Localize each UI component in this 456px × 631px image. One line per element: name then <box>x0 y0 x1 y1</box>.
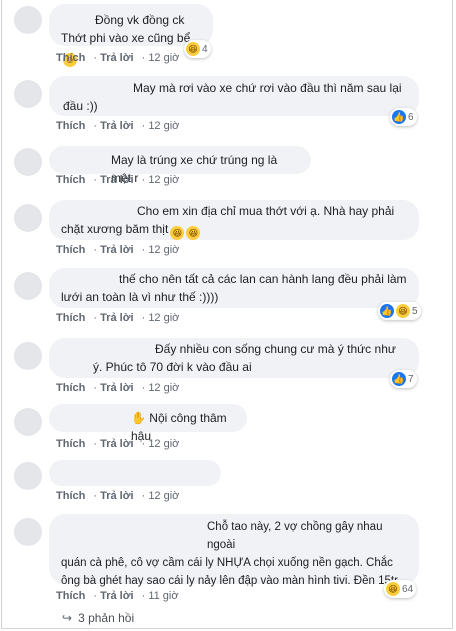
timestamp[interactable]: 12 giờ <box>148 244 179 256</box>
laughing-emoji-icon: 😆 <box>170 226 185 240</box>
reaction-summary[interactable]: 😆 64 <box>384 580 417 598</box>
haha-reaction-icon: 😆 <box>186 42 200 56</box>
like-link[interactable]: Thích <box>56 244 85 256</box>
avatar[interactable] <box>14 6 42 34</box>
comment-bubble: Đấy nhiều con sống chung cư mà ý thức nh… <box>49 338 419 378</box>
like-link[interactable]: Thích <box>56 174 85 186</box>
laughing-emoji-icon: 😆 <box>186 226 201 240</box>
reaction-count: 5 <box>412 305 418 317</box>
replies-count: 3 phản hồi <box>78 611 135 625</box>
like-link[interactable]: Thích <box>56 490 85 502</box>
comment-line: chặt xương băm thịt <box>61 222 169 236</box>
avatar[interactable] <box>14 518 42 546</box>
comment-actions: Thích · Trả lời · 12 giờ <box>56 52 180 64</box>
comment-bubble: ✋ Nội công thâm hậu <box>49 404 247 443</box>
like-link[interactable]: Thích <box>56 52 85 64</box>
avatar[interactable] <box>14 148 42 176</box>
comment-bubble: Chỗ tao này, 2 vợ chồng gây nhau ngoài q… <box>49 514 419 587</box>
timestamp[interactable]: 12 giờ <box>148 312 179 324</box>
commenter-name[interactable]: Đồng vk đồng ck <box>61 11 201 29</box>
reply-link[interactable]: Trả lời <box>100 244 134 256</box>
reaction-count: 7 <box>408 373 414 385</box>
timestamp[interactable]: 12 giờ <box>148 490 179 502</box>
like-reaction-icon: 👍 <box>392 110 406 124</box>
reply-link[interactable]: Trả lời <box>100 590 134 602</box>
reply-link[interactable]: Trả lời <box>100 52 134 64</box>
comment-bubble: May mà rơi vào xe chứ rơi vào đầu thì nă… <box>49 76 419 116</box>
reaction-summary[interactable]: 👍 7 <box>390 370 417 388</box>
avatar[interactable] <box>14 408 42 436</box>
comment-line: đầu :)) <box>63 99 98 113</box>
view-replies-link[interactable]: ↪ 3 phản hồi <box>62 611 134 625</box>
comment-line: quán cà phê, cô vợ cầm cái ly NHỰA chọi … <box>61 557 393 569</box>
timestamp[interactable]: 12 giờ <box>148 174 179 186</box>
reply-link[interactable]: Trả lời <box>100 438 134 450</box>
reply-link[interactable]: Trả lời <box>100 174 134 186</box>
like-reaction-icon: 👍 <box>392 372 406 386</box>
comment-line: Chỗ tao này, 2 vợ chồng gây nhau ngoài <box>207 521 383 551</box>
like-reaction-icon: 👍 <box>380 304 394 318</box>
comment-line: thế cho nên tất cả các lan can hành lang… <box>119 272 407 286</box>
reply-link[interactable]: Trả lời <box>100 120 134 132</box>
avatar[interactable] <box>14 272 42 300</box>
comment-actions: Thích · Trả lời · 12 giờ <box>56 174 180 186</box>
comment-text-content: Thớt phi vào xe cũng bể <box>61 31 191 45</box>
haha-reaction-icon: 😆 <box>396 304 410 318</box>
comment-line-with-emoji: chặt xương băm thịt 😆 😆 <box>61 220 407 240</box>
comment-line: ông bà ghét hay sao cái ly nảy lên đập v… <box>61 575 401 587</box>
like-link[interactable]: Thích <box>56 120 85 132</box>
comment-bubble: thế cho nên tất cả các lan can hành lang… <box>49 268 419 308</box>
comment-bubble: May là trúng xe chứ trúng ng là mệt r <box>49 146 311 185</box>
timestamp[interactable]: 11 giờ <box>148 590 178 602</box>
comment-line: May mà rơi vào xe chứ rơi vào đầu thì nă… <box>133 81 402 95</box>
reaction-count: 64 <box>402 583 414 595</box>
comment-actions: Thích · Trả lời · 11 giờ <box>56 590 179 602</box>
reply-arrow-icon: ↪ <box>62 611 73 625</box>
comment-bubble: Đồng vk đồng ck Thớt phi vào xe cũng bể☺ <box>49 4 213 67</box>
reaction-count: 6 <box>408 111 414 123</box>
comment-actions: Thích · Trả lời · 12 giờ <box>56 120 180 132</box>
comment-line: Đấy nhiều con sống chung cư mà ý thức nh… <box>155 342 396 356</box>
haha-reaction-icon: 😆 <box>386 582 400 596</box>
comment-actions: Thích · Trả lời · 12 giờ <box>56 438 180 450</box>
timestamp[interactable]: 12 giờ <box>148 438 179 450</box>
timestamp[interactable]: 12 giờ <box>148 382 179 394</box>
reaction-count: 4 <box>202 43 208 55</box>
like-link[interactable]: Thích <box>56 438 85 450</box>
timestamp[interactable]: 12 giờ <box>148 120 179 132</box>
reply-link[interactable]: Trả lời <box>100 382 134 394</box>
reaction-summary[interactable]: 👍 6 <box>390 108 417 126</box>
timestamp[interactable]: 12 giờ <box>148 52 179 64</box>
comment-actions: Thích · Trả lời · 12 giờ <box>56 312 180 324</box>
avatar[interactable] <box>14 342 42 370</box>
comment-actions: Thích · Trả lời · 12 giờ <box>56 244 180 256</box>
like-link[interactable]: Thích <box>56 312 85 324</box>
comment-line: Cho em xin địa chỉ mua thớt với ạ. Nhà h… <box>137 204 395 218</box>
comment-line: lưới an toàn là vì như thế :)))) <box>61 290 219 304</box>
avatar[interactable] <box>14 204 42 232</box>
reaction-summary[interactable]: 👍 😆 5 <box>378 302 421 320</box>
reaction-summary[interactable]: 😆 4 <box>184 40 211 58</box>
reply-link[interactable]: Trả lời <box>100 312 134 324</box>
reply-link[interactable]: Trả lời <box>100 490 134 502</box>
like-link[interactable]: Thích <box>56 382 85 394</box>
comment-line: ý. Phúc tô 70 đời k vào đầu ai <box>93 360 252 374</box>
comment-actions: Thích · Trả lời · 12 giờ <box>56 490 180 502</box>
like-link[interactable]: Thích <box>56 590 85 602</box>
hand-icon: ✋ <box>131 411 146 425</box>
avatar[interactable] <box>14 80 42 108</box>
avatar[interactable] <box>14 462 42 490</box>
comment-bubble <box>49 460 221 486</box>
comment-actions: Thích · Trả lời · 12 giờ <box>56 382 180 394</box>
comment-bubble: Cho em xin địa chỉ mua thớt với ạ. Nhà h… <box>49 200 419 240</box>
